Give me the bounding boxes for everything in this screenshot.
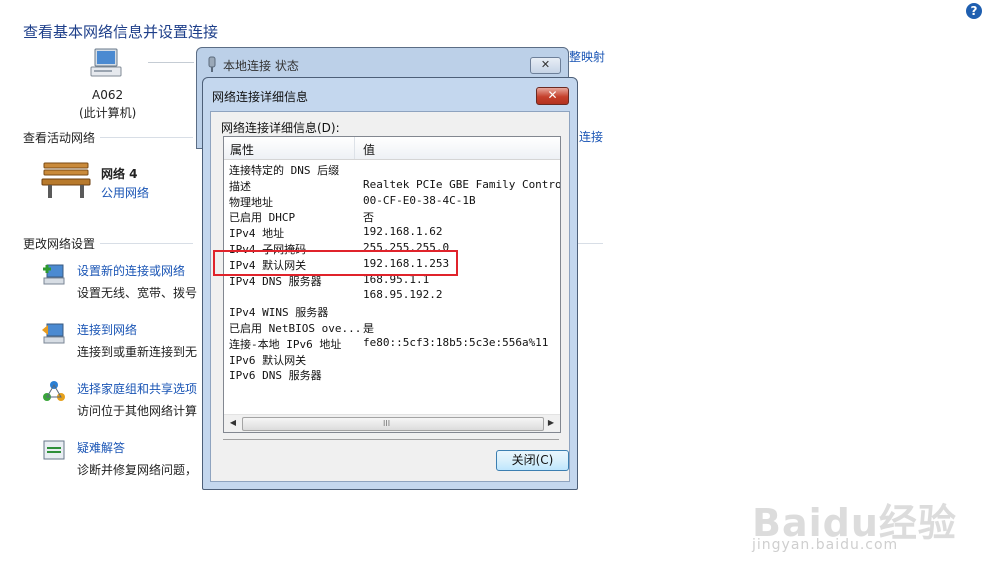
task-troubleshoot[interactable]: 疑难解答 (77, 439, 125, 456)
computer-name: A062 (92, 88, 124, 102)
task-connect-network-desc: 连接到或重新连接到无 (77, 345, 198, 359)
row-value: fe80::5cf3:18b5:5c3e:556a%11 (363, 335, 549, 349)
details-caption: 网络连接详细信息(D): (221, 121, 340, 135)
details-row[interactable]: 连接特定的 DNS 后缀 (224, 161, 560, 177)
column-divider[interactable] (354, 137, 355, 159)
troubleshoot-icon (41, 438, 67, 464)
status-window-close-button[interactable]: ✕ (530, 57, 561, 74)
connection-line (148, 62, 194, 63)
details-row[interactable]: IPv6 DNS 服务器 (224, 366, 560, 382)
full-map-link[interactable]: 整映射 (569, 48, 605, 65)
divider-active (100, 137, 193, 138)
computer-sub: (此计算机) (79, 106, 137, 120)
task-connect-network[interactable]: 连接到网络 (77, 321, 137, 338)
row-property: IPv4 地址 (229, 227, 285, 241)
bench-icon (40, 161, 92, 201)
connect-network-icon (41, 320, 67, 346)
status-window-title: 本地连接 状态 (223, 59, 299, 73)
row-value: 00-CF-E0-38-4C-1B (363, 193, 476, 207)
help-icon[interactable]: ? (966, 3, 982, 19)
row-property: 已启用 NetBIOS ove... (229, 322, 362, 335)
details-dialog-body: 网络连接详细信息(D): 属性 值 连接特定的 DNS 后缀 描述 Realtek … (210, 111, 570, 482)
computer-icon (89, 47, 123, 79)
row-property: 连接-本地 IPv6 地址 (229, 337, 342, 351)
gateway-highlight-box (213, 250, 458, 276)
row-property: 物理地址 (229, 195, 273, 209)
details-row[interactable]: 168.95.192.2 (224, 287, 560, 303)
close-button[interactable]: 关闭(C) (496, 450, 569, 471)
network-type-link[interactable]: 公用网络 (101, 184, 149, 201)
network-details-dialog: 网络连接详细信息 ✕ 网络连接详细信息(D): 属性 值 连接特定的 DNS 后… (202, 77, 578, 490)
column-value[interactable]: 值 (363, 141, 375, 158)
row-property: 已启用 DHCP (229, 211, 296, 225)
task-new-connection[interactable]: 设置新的连接或网络 (77, 262, 185, 279)
details-row[interactable]: 描述 Realtek PCIe GBE Family Controller (224, 177, 560, 193)
row-property: IPv6 默认网关 (229, 353, 307, 367)
network-name: 网络 4 (101, 167, 138, 181)
change-settings-heading: 更改网络设置 (23, 237, 96, 251)
task-homegroup[interactable]: 选择家庭组和共享选项 (77, 380, 197, 397)
details-row[interactable]: 连接-本地 IPv6 地址 fe80::5cf3:18b5:5c3e:556a%1… (224, 335, 560, 351)
details-row[interactable]: IPv4 地址 192.168.1.62 (224, 224, 560, 240)
task-troubleshoot-desc: 诊断并修复网络问题， (77, 463, 198, 477)
details-row[interactable]: IPv4 WINS 服务器 (224, 303, 560, 319)
scroll-thumb[interactable]: III (242, 417, 544, 431)
details-listview[interactable]: 属性 值 连接特定的 DNS 后缀 描述 Realtek PCIe GBE Fami… (223, 136, 561, 433)
scroll-grip: III (383, 419, 391, 428)
details-row[interactable]: 已启用 DHCP 否 (224, 208, 560, 224)
new-connection-icon (41, 261, 67, 287)
row-property: IPv6 DNS 服务器 (229, 369, 322, 383)
row-property: IPv4 WINS 服务器 (229, 306, 329, 320)
details-row[interactable]: IPv6 默认网关 (224, 351, 560, 367)
task-homegroup-desc: 访问位于其他网络计算 (77, 404, 198, 418)
homegroup-icon (41, 379, 67, 405)
row-property: 连接特定的 DNS 后缀 (229, 164, 340, 177)
connect-disconnect-link[interactable]: 连接 (579, 128, 603, 145)
details-dialog-title: 网络连接详细信息 (212, 90, 309, 104)
details-dialog-close-x[interactable]: ✕ (536, 87, 569, 105)
row-value: 是 (363, 322, 374, 335)
task-new-connection-desc: 设置无线、宽带、拨号 (77, 286, 198, 300)
watermark-url: jingyan.baidu.com (752, 537, 899, 553)
page-title: 查看基本网络信息并设置连接 (23, 23, 219, 41)
row-value: 否 (363, 211, 374, 225)
dialog-separator (223, 439, 559, 440)
active-networks-heading: 查看活动网络 (23, 131, 96, 145)
scroll-right-arrow[interactable]: ▶ (544, 417, 558, 429)
row-value: 168.95.192.2 (363, 288, 443, 302)
scroll-left-arrow[interactable]: ◀ (226, 417, 240, 429)
details-row[interactable]: 物理地址 00-CF-E0-38-4C-1B (224, 193, 560, 209)
row-value: Realtek PCIe GBE Family Controller (363, 177, 560, 191)
row-value: 192.168.1.62 (363, 225, 443, 239)
divider-settings-right (577, 243, 603, 244)
details-row[interactable]: 已启用 NetBIOS ove... 是 (224, 319, 560, 335)
horizontal-scrollbar[interactable]: ◀ III ▶ (224, 414, 560, 432)
details-column-header: 属性 值 (224, 137, 560, 160)
row-property: 描述 (229, 179, 251, 193)
column-property[interactable]: 属性 (230, 141, 254, 158)
divider-settings (100, 243, 193, 244)
network-status-icon (206, 56, 218, 72)
